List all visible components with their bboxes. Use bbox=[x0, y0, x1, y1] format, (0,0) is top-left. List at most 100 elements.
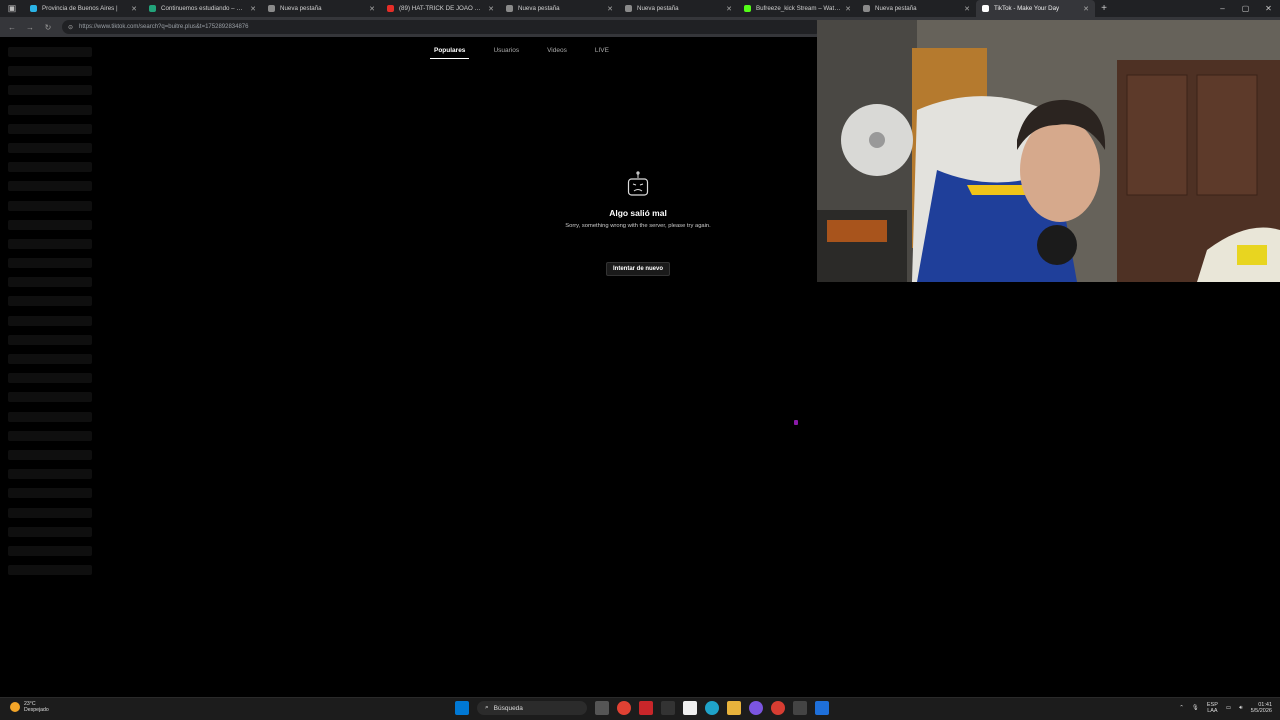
sidebar-skeleton-item bbox=[8, 85, 92, 96]
tab-actions-menu-icon[interactable]: ▣ bbox=[0, 0, 24, 17]
sidebar-skeleton-item bbox=[8, 142, 92, 153]
close-tab-icon[interactable]: ✕ bbox=[488, 5, 494, 13]
start-windows-icon[interactable] bbox=[455, 701, 469, 715]
tab-favicon-icon bbox=[982, 5, 989, 12]
broken-robot-icon bbox=[627, 171, 649, 196]
tab-favicon-icon bbox=[625, 5, 632, 12]
sidebar-skeleton-item bbox=[8, 392, 92, 403]
webcam-image bbox=[817, 20, 1280, 282]
sidebar-skeleton-item bbox=[8, 411, 92, 422]
sidebar-skeleton-item bbox=[8, 219, 92, 230]
monitor-icon[interactable]: ▭ bbox=[1226, 705, 1231, 711]
browser-tabstrip: ▣ Provincia de Buenos Aires | ✕ Continuemo… bbox=[0, 0, 1280, 17]
volume-icon[interactable]: 🔊︎ bbox=[1239, 705, 1242, 712]
calendar-icon[interactable] bbox=[683, 701, 697, 715]
sidebar-skeleton-item bbox=[8, 315, 92, 326]
blue-app-icon[interactable] bbox=[815, 701, 829, 715]
clock[interactable]: 01:41 5/5/2026 bbox=[1251, 702, 1272, 714]
new-tab-icon[interactable]: + bbox=[1095, 3, 1113, 14]
browser-tab[interactable]: Nueva pestaña ✕ bbox=[262, 0, 381, 17]
webcam-overlay bbox=[817, 20, 1280, 282]
sidebar-skeleton-item bbox=[8, 181, 92, 192]
error-title: Algo salió mal bbox=[609, 208, 667, 218]
messenger-icon[interactable] bbox=[749, 701, 763, 715]
widgets-icon[interactable] bbox=[661, 701, 675, 715]
search-icon: ⌕ bbox=[485, 704, 489, 711]
sidebar-skeleton-item bbox=[8, 430, 92, 441]
close-tab-icon[interactable]: ✕ bbox=[1083, 5, 1089, 13]
search-tab-videos[interactable]: Videos bbox=[543, 47, 571, 59]
retry-button[interactable]: Intentar de nuevo bbox=[605, 262, 670, 276]
sidebar-skeleton-item bbox=[8, 238, 92, 249]
chrome-profile-icon[interactable] bbox=[771, 701, 785, 715]
close-window-icon[interactable]: ✕ bbox=[1257, 0, 1280, 17]
error-state: Algo salió mal Sorry, something wrong wi… bbox=[538, 171, 738, 276]
close-tab-icon[interactable]: ✕ bbox=[250, 5, 256, 13]
search-tab-populares[interactable]: Populares bbox=[430, 47, 470, 59]
tab-favicon-icon bbox=[863, 5, 870, 12]
sidebar-skeleton-item bbox=[8, 488, 92, 499]
tab-favicon-icon bbox=[30, 5, 37, 12]
error-subtitle: Sorry, something wrong with the server, … bbox=[565, 223, 711, 229]
back-arrow-icon[interactable]: ← bbox=[6, 23, 18, 32]
tab-favicon-icon bbox=[744, 5, 751, 12]
site-info-icon[interactable]: ⊝ bbox=[68, 24, 73, 31]
sidebar-skeleton-item bbox=[8, 545, 92, 556]
forward-arrow-icon[interactable]: → bbox=[24, 23, 36, 32]
close-tab-icon[interactable]: ✕ bbox=[726, 5, 732, 13]
sidebar-skeleton-item bbox=[8, 104, 92, 115]
windows-taskbar: 23°C Despejado ⌕ Búsqueda ⌃ 🎙︎ ESP LAA ▭… bbox=[0, 697, 1280, 720]
sidebar-skeleton bbox=[8, 47, 92, 584]
sidebar-skeleton-item bbox=[8, 277, 92, 288]
chrome-icon[interactable] bbox=[617, 701, 631, 715]
weather-widget[interactable]: 23°C Despejado bbox=[10, 701, 49, 713]
minimize-icon[interactable]: – bbox=[1211, 0, 1234, 17]
taskbar-search-label: Búsqueda bbox=[493, 704, 523, 712]
window-controls: – ▢ ✕ bbox=[1211, 0, 1280, 17]
close-tab-icon[interactable]: ✕ bbox=[369, 5, 375, 13]
tab-title: Provincia de Buenos Aires | bbox=[42, 5, 118, 12]
close-tab-icon[interactable]: ✕ bbox=[964, 5, 970, 13]
file-explorer-icon[interactable] bbox=[727, 701, 741, 715]
tab-favicon-icon bbox=[506, 5, 513, 12]
browser-tab[interactable]: Nueva pestaña ✕ bbox=[857, 0, 976, 17]
clock-date: 5/5/2026 bbox=[1250, 708, 1272, 714]
reload-icon[interactable]: ↻ bbox=[42, 23, 54, 32]
language-indicator[interactable]: ESP LAA bbox=[1207, 702, 1218, 714]
browser-tab[interactable]: (89) HAT-TRICK DE JOAO PEDRO ✕ bbox=[381, 0, 500, 17]
tab-title: TikTok - Make Your Day bbox=[994, 5, 1060, 12]
sidebar-skeleton-item bbox=[8, 258, 92, 269]
close-tab-icon[interactable]: ✕ bbox=[131, 5, 137, 13]
browser-tab[interactable]: Nueva pestaña ✕ bbox=[619, 0, 738, 17]
sidebar-skeleton-item bbox=[8, 373, 92, 384]
sidebar-skeleton-item bbox=[8, 47, 92, 57]
browser-tab[interactable]: Nueva pestaña ✕ bbox=[500, 0, 619, 17]
close-tab-icon[interactable]: ✕ bbox=[607, 5, 613, 13]
terminal-icon[interactable] bbox=[793, 701, 807, 715]
close-tab-icon[interactable]: ✕ bbox=[845, 5, 851, 13]
browser-tab[interactable]: Bufreeze_kick Stream – Watch Liv ✕ bbox=[738, 0, 857, 17]
language-layout: LAA bbox=[1207, 708, 1218, 714]
taskbar-search[interactable]: ⌕ Búsqueda bbox=[477, 701, 587, 715]
sidebar-skeleton-item bbox=[8, 449, 92, 460]
address-bar[interactable]: ⊝ https://www.tiktok.com/search?q=buitre… bbox=[62, 20, 822, 34]
red-app-icon[interactable] bbox=[639, 701, 653, 715]
sidebar-skeleton-item bbox=[8, 469, 92, 480]
maximize-icon[interactable]: ▢ bbox=[1234, 0, 1257, 17]
browser-tab[interactable]: Provincia de Buenos Aires | ✕ bbox=[24, 0, 143, 17]
task-view-icon[interactable] bbox=[595, 701, 609, 715]
sidebar-skeleton-item bbox=[8, 123, 92, 134]
mouse-cursor bbox=[794, 420, 798, 425]
search-tab-live[interactable]: LIVE bbox=[591, 47, 613, 59]
edge-icon[interactable] bbox=[705, 701, 719, 715]
tab-favicon-icon bbox=[149, 5, 156, 12]
sun-icon bbox=[10, 702, 20, 712]
search-tab-usuarios[interactable]: Usuarios bbox=[489, 47, 523, 59]
tab-title: Bufreeze_kick Stream – Watch Liv bbox=[756, 5, 842, 12]
tab-favicon-icon bbox=[268, 5, 275, 12]
browser-tab[interactable]: Continuemos estudiando – Plataf ✕ bbox=[143, 0, 262, 17]
microphone-icon[interactable]: 🎙︎ bbox=[1192, 705, 1199, 711]
browser-tab[interactable]: TikTok - Make Your Day ✕ bbox=[976, 0, 1095, 17]
chevron-up-icon[interactable]: ⌃ bbox=[1179, 705, 1184, 711]
tab-title: Continuemos estudiando – Plataf bbox=[161, 5, 247, 12]
